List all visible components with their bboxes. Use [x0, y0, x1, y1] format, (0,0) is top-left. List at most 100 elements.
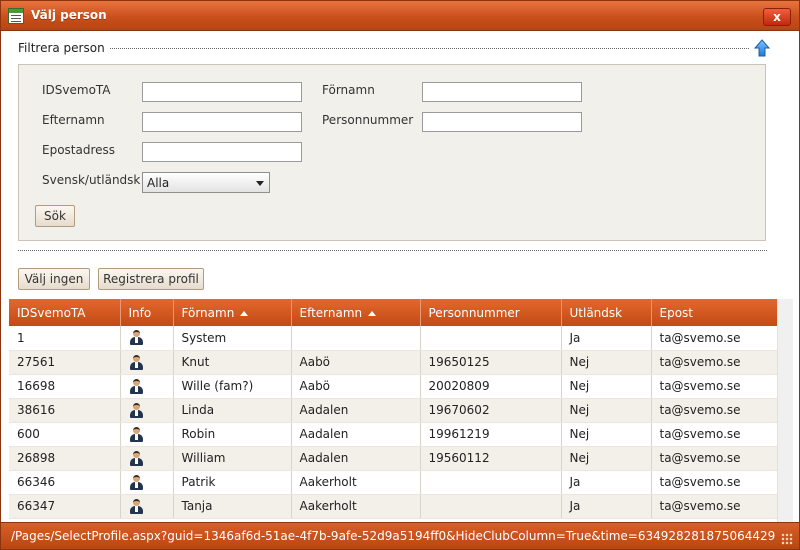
cell-efternamn: Aabö	[291, 350, 421, 375]
cell-idsvemota: 66347	[9, 494, 121, 519]
cell-efternamn: Aadalen	[291, 422, 421, 447]
cell-fornamn: Patrik	[173, 470, 292, 495]
column-header-label: Personnummer	[428, 305, 520, 320]
table-row[interactable]: 27561 Knut Aabö 19650125 Nej ta@svemo.se	[9, 350, 778, 375]
fornamn-input[interactable]	[422, 82, 582, 102]
cell-info[interactable]	[120, 422, 174, 447]
chevron-down-icon	[256, 181, 264, 186]
epostadress-input[interactable]	[142, 142, 302, 162]
column-header-idsvemota[interactable]: IDSvemoTA	[9, 299, 121, 326]
svensk-utlandsk-selected: Alla	[147, 176, 170, 190]
cell-info[interactable]	[120, 446, 174, 471]
efternamn-input[interactable]	[142, 112, 302, 132]
person-icon[interactable]	[129, 378, 143, 394]
column-header-label: IDSvemoTA	[17, 305, 86, 320]
filter-panel: IDSvemoTA Förnamn Efternamn Personnummer…	[18, 64, 766, 241]
cell-idsvemota: 600	[9, 422, 121, 447]
window-title: Välj person	[31, 8, 107, 22]
cell-utlandsk: Ja	[561, 494, 652, 519]
table-row[interactable]: 16698 Wille (fam?) Aabö 20020809 Nej ta@svemo…	[9, 374, 778, 399]
table-row[interactable]: 66347 Tanja Aakerholt Ja ta@svemo.se	[9, 494, 778, 519]
arrow-up-icon[interactable]	[754, 39, 770, 57]
person-icon[interactable]	[129, 474, 143, 490]
idsvemota-input[interactable]	[142, 82, 302, 102]
table-header-row: IDSvemoTA Info Förnamn Efternamn Personn…	[9, 299, 778, 326]
personnummer-input[interactable]	[422, 112, 582, 132]
cell-personnummer: 19670602	[420, 398, 562, 423]
svensk-utlandsk-select[interactable]: Alla	[142, 172, 270, 193]
close-button[interactable]: x	[763, 8, 791, 26]
status-url: /Pages/SelectProfile.aspx?guid=1346af6d-…	[11, 529, 776, 543]
column-header-label: Utländsk	[569, 305, 623, 320]
status-bar: /Pages/SelectProfile.aspx?guid=1346af6d-…	[1, 522, 799, 549]
cell-utlandsk: Nej	[561, 446, 652, 471]
column-header-epost[interactable]: Epost	[651, 299, 778, 326]
column-header-fornamn[interactable]: Förnamn	[173, 299, 292, 326]
column-header-personnummer[interactable]: Personnummer	[420, 299, 562, 326]
cell-efternamn: Aadalen	[291, 398, 421, 423]
cell-personnummer: 19650125	[420, 350, 562, 375]
cell-personnummer: 19560112	[420, 446, 562, 471]
cell-fornamn: System	[173, 326, 292, 351]
cell-info[interactable]	[120, 398, 174, 423]
table-row[interactable]: 600 Robin Aadalen 19961219 Nej ta@svemo.se	[9, 422, 778, 447]
cell-personnummer	[420, 326, 562, 351]
register-profile-button[interactable]: Registrera profil	[98, 268, 204, 290]
cell-idsvemota: 27561	[9, 350, 121, 375]
cell-idsvemota: 1	[9, 326, 121, 351]
cell-info[interactable]	[120, 494, 174, 519]
filter-legend: Filtrera person	[18, 41, 109, 55]
cell-utlandsk: Ja	[561, 326, 652, 351]
resize-grip-icon[interactable]	[781, 533, 793, 545]
select-none-button[interactable]: Välj ingen	[18, 268, 90, 290]
table-row[interactable]: 66346 Patrik Aakerholt Ja ta@svemo.se	[9, 470, 778, 495]
column-header-utlandsk[interactable]: Utländsk	[561, 299, 652, 326]
legend-divider	[104, 48, 749, 49]
cell-epost: ta@svemo.se	[651, 494, 778, 519]
cell-info[interactable]	[120, 470, 174, 495]
cell-utlandsk: Nej	[561, 374, 652, 399]
person-icon[interactable]	[129, 330, 143, 346]
cell-fornamn: William	[173, 446, 292, 471]
vertical-scrollbar[interactable]	[777, 299, 793, 522]
column-header-label: Förnamn	[181, 305, 235, 320]
cell-idsvemota: 26898	[9, 446, 121, 471]
person-icon[interactable]	[129, 450, 143, 466]
person-icon[interactable]	[129, 426, 143, 442]
column-header-label: Efternamn	[299, 305, 363, 320]
column-header-label: Info	[128, 305, 152, 320]
sort-ascending-icon	[240, 310, 249, 316]
cell-epost: ta@svemo.se	[651, 398, 778, 423]
column-header-efternamn[interactable]: Efternamn	[291, 299, 421, 326]
table-row[interactable]: 1 System Ja ta@svemo.se	[9, 326, 778, 351]
cell-utlandsk: Nej	[561, 350, 652, 375]
search-button[interactable]: Sök	[35, 205, 75, 227]
table-row[interactable]: 26898 William Aadalen 19560112 Nej ta@svemo.s…	[9, 446, 778, 471]
cell-info[interactable]	[120, 326, 174, 351]
person-icon[interactable]	[129, 498, 143, 514]
cell-personnummer	[420, 494, 562, 519]
cell-utlandsk: Nej	[561, 398, 652, 423]
cell-epost: ta@svemo.se	[651, 470, 778, 495]
cell-utlandsk: Nej	[561, 422, 652, 447]
dialog-content: Filtrera person IDSvemoTA Förnamn Eftern…	[1, 32, 799, 522]
title-bar[interactable]: Välj person x	[1, 1, 799, 31]
column-header-label: Epost	[659, 305, 694, 320]
cell-epost: ta@svemo.se	[651, 350, 778, 375]
cell-fornamn: Linda	[173, 398, 292, 423]
cell-personnummer: 20020809	[420, 374, 562, 399]
section-divider	[18, 250, 767, 251]
cell-idsvemota: 16698	[9, 374, 121, 399]
person-icon[interactable]	[129, 402, 143, 418]
cell-info[interactable]	[120, 374, 174, 399]
cell-efternamn: Aakerholt	[291, 470, 421, 495]
cell-epost: ta@svemo.se	[651, 374, 778, 399]
table-row[interactable]: 38616 Linda Aadalen 19670602 Nej ta@svemo.se	[9, 398, 778, 423]
column-header-info[interactable]: Info	[120, 299, 174, 326]
cell-info[interactable]	[120, 350, 174, 375]
cell-utlandsk: Ja	[561, 470, 652, 495]
person-icon[interactable]	[129, 354, 143, 370]
list-window-icon	[8, 8, 24, 24]
cell-efternamn: Aakerholt	[291, 494, 421, 519]
efternamn-label: Efternamn	[42, 113, 105, 127]
